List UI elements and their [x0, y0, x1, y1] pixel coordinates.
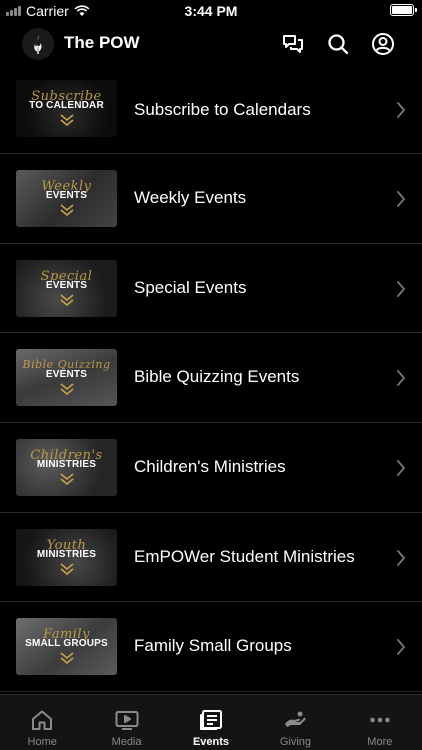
tab-label: Giving — [279, 736, 312, 748]
event-row-label: Subscribe to Calendars — [134, 100, 311, 119]
chevron-down-icon — [59, 114, 74, 127]
giving-icon — [283, 709, 307, 731]
chevron-right-icon — [397, 460, 406, 476]
bottom-tab-bar: Home Media Events Giving More — [0, 694, 422, 750]
event-row-weekly-events[interactable]: Weekly EVENTS Weekly Events — [0, 154, 422, 244]
tab-home[interactable]: Home — [0, 695, 84, 750]
church-logo — [22, 28, 54, 60]
chevron-down-icon — [59, 204, 74, 217]
thumbnail-caption: EVENTS — [45, 279, 88, 291]
home-icon — [30, 709, 54, 731]
tab-label: Events — [192, 736, 230, 748]
tab-more[interactable]: More — [338, 695, 422, 750]
logo-icon — [34, 35, 42, 54]
app-header: The POW — [0, 22, 422, 66]
chevron-down-icon — [59, 473, 74, 486]
chevron-right-icon — [397, 191, 406, 207]
tab-label: Home — [27, 736, 57, 748]
thumbnail-caption: EVENTS — [45, 369, 88, 381]
event-thumbnail: Subscribe TO CALENDAR — [16, 80, 117, 137]
thumbnail-caption: MINISTRIES — [36, 459, 97, 471]
event-row-label: Children's Ministries — [134, 457, 286, 477]
event-row-subscribe-calendars[interactable]: Subscribe TO CALENDAR Subscribe to Calen… — [0, 66, 422, 154]
tab-events[interactable]: Events — [169, 695, 253, 750]
event-row-family-small-groups[interactable]: Family SMALL GROUPS Family Small Groups — [0, 602, 422, 693]
status-time: 3:44 PM — [184, 3, 238, 19]
chevron-right-icon — [397, 639, 406, 656]
thumbnail-caption: TO CALENDAR — [29, 100, 104, 111]
event-thumbnail: Children's MINISTRIES — [16, 439, 117, 497]
event-row-childrens-ministries[interactable]: Children's MINISTRIES Children's Ministr… — [0, 423, 422, 513]
chevron-down-icon — [59, 383, 74, 396]
events-list: Subscribe TO CALENDAR Subscribe to Calen… — [0, 66, 422, 693]
event-row-label: Bible Quizzing Events — [134, 367, 300, 387]
search-icon[interactable] — [326, 32, 350, 56]
tab-label: More — [367, 736, 393, 748]
event-thumbnail: Youth MINISTRIES — [16, 528, 117, 586]
event-row-label: Weekly Events — [134, 188, 247, 207]
chevron-down-icon — [59, 652, 74, 665]
event-row-bible-quizzing-events[interactable]: Bible Quizzing EVENTS Bible Quizzing Eve… — [0, 333, 422, 424]
event-row-label: Family Small Groups — [134, 636, 292, 656]
event-thumbnail: Special EVENTS — [16, 259, 117, 317]
event-thumbnail: Bible Quizzing EVENTS — [16, 349, 117, 407]
tab-giving[interactable]: Giving — [253, 695, 337, 750]
chevron-down-icon — [59, 294, 74, 306]
chevron-right-icon — [397, 370, 406, 387]
thumbnail-caption: EVENTS — [45, 190, 88, 201]
event-thumbnail: Family SMALL GROUPS — [16, 618, 117, 676]
event-row-label: EmPOWer Student Ministries — [134, 546, 355, 566]
status-bar: Carrier 3:44 PM — [0, 0, 422, 22]
tab-media[interactable]: Media — [84, 695, 168, 750]
chevron-right-icon — [397, 280, 406, 297]
more-icon — [368, 709, 392, 731]
battery-icon — [390, 4, 417, 16]
profile-icon[interactable] — [371, 32, 395, 56]
event-row-empower-student-ministries[interactable]: Youth MINISTRIES EmPOWer Student Ministr… — [0, 513, 422, 603]
thumbnail-caption: SMALL GROUPS — [25, 638, 108, 650]
chat-icon[interactable] — [281, 32, 305, 56]
event-row-label: Special Events — [134, 277, 247, 297]
event-thumbnail: Weekly EVENTS — [16, 170, 117, 227]
app-title: The POW — [64, 33, 140, 52]
thumbnail-caption: MINISTRIES — [36, 548, 97, 560]
chevron-down-icon — [59, 563, 74, 575]
tab-label: Media — [111, 736, 142, 748]
chevron-right-icon — [397, 102, 406, 118]
chevron-right-icon — [397, 549, 406, 566]
event-row-special-events[interactable]: Special EVENTS Special Events — [0, 244, 422, 334]
media-icon — [115, 709, 139, 731]
events-icon — [199, 709, 223, 731]
